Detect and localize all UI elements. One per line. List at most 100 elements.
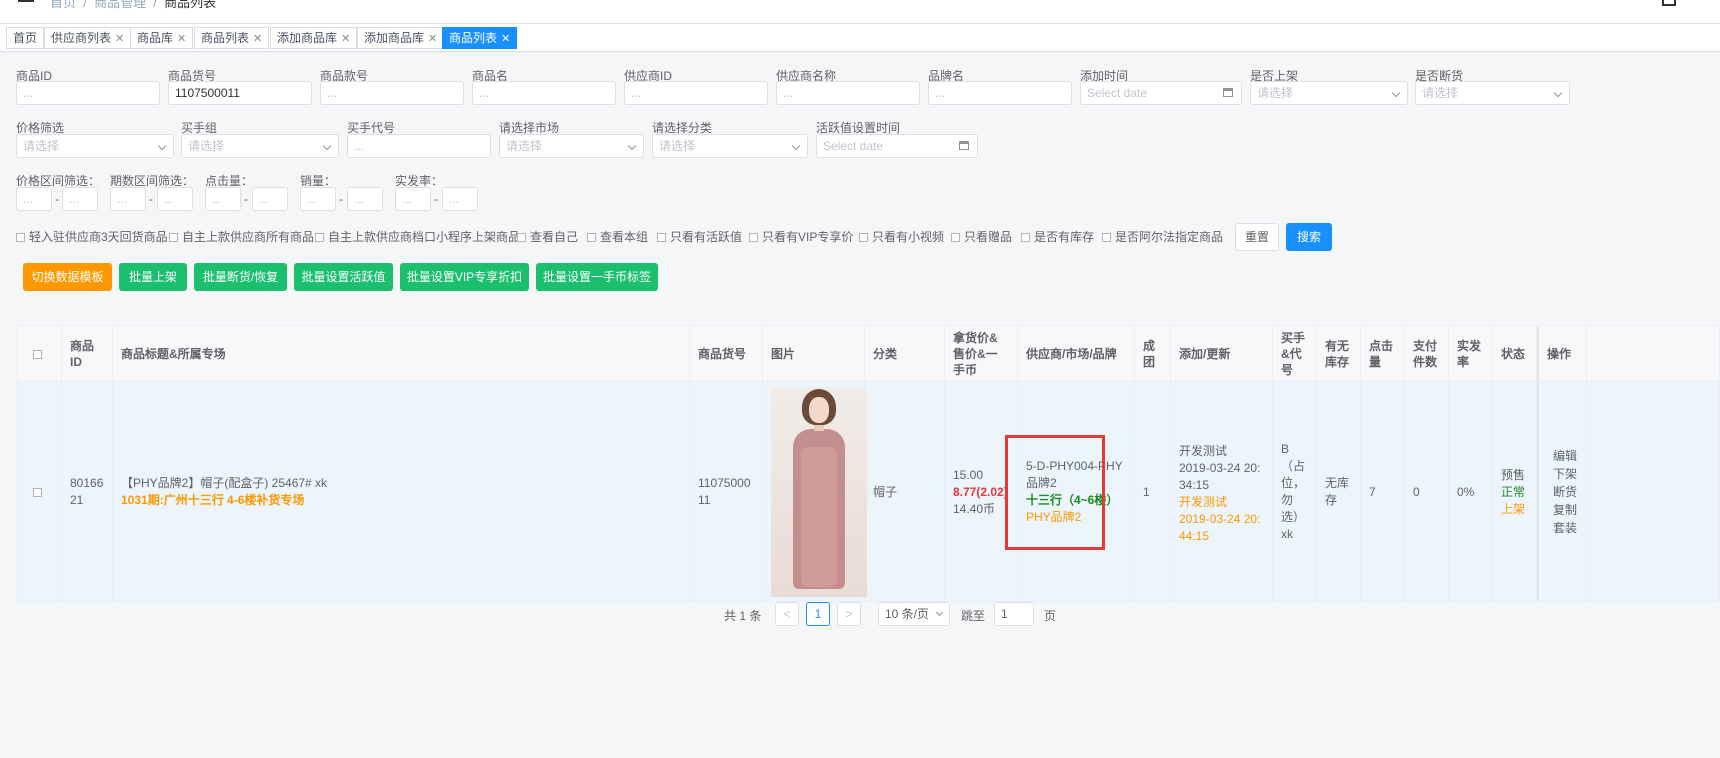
checkbox-box[interactable] — [33, 349, 42, 359]
close-icon[interactable]: ✕ — [501, 33, 510, 45]
add-time-picker[interactable]: Select date — [1080, 81, 1242, 105]
close-icon[interactable]: ✕ — [177, 33, 186, 45]
copy-link[interactable]: 复制 — [1553, 501, 1577, 519]
brand-input[interactable]: ... — [928, 81, 1072, 105]
market-select[interactable]: 请选择 — [499, 134, 644, 158]
sales-range-max[interactable]: ... — [347, 187, 383, 211]
checkbox-box[interactable] — [749, 233, 758, 242]
sales-range-min[interactable]: ... — [300, 187, 336, 211]
batch-list-button[interactable]: 批量上架 — [119, 263, 187, 291]
bundle-link[interactable]: 套装 — [1553, 519, 1577, 537]
goto-value: 1 — [1001, 607, 1008, 621]
supplier-name-input[interactable]: ... — [776, 81, 920, 105]
clicks-range-min[interactable]: ... — [205, 187, 241, 211]
status-presale: 预售 — [1501, 467, 1526, 482]
checkbox-vip-only[interactable]: 只看有VIP专享价 — [749, 228, 853, 245]
checkbox-has-stock[interactable]: 是否有库存 — [1021, 228, 1094, 245]
out-of-stock-select[interactable]: 请选择 — [1415, 81, 1570, 105]
header-select-all[interactable] — [18, 326, 62, 381]
checkbox-box[interactable] — [1102, 233, 1111, 242]
period-range-max[interactable]: ... — [157, 187, 193, 211]
tag-product-list[interactable]: 商品列表 ✕ — [194, 27, 270, 49]
checkbox-active-only[interactable]: 只看有活跃值 — [657, 228, 742, 245]
price-range-max[interactable]: ... — [62, 187, 98, 211]
product-id-input[interactable]: ... — [16, 81, 160, 105]
checkbox-light-supplier[interactable]: 轻入驻供应商3天回货商品 — [16, 228, 168, 245]
close-icon[interactable]: ✕ — [115, 33, 124, 45]
breadcrumb-section[interactable]: 商品管理 — [94, 0, 146, 10]
edit-link[interactable]: 编辑 — [1553, 447, 1577, 465]
checkbox-box[interactable] — [169, 233, 178, 242]
active-time-picker[interactable]: Select date — [816, 134, 978, 158]
sku-input[interactable]: 1107500011 — [168, 81, 312, 105]
header-status: 状态 — [1493, 326, 1537, 381]
close-icon[interactable]: ✕ — [341, 33, 350, 45]
listed-select[interactable]: 请选择 — [1250, 81, 1408, 105]
page-size-select[interactable]: 10 条/页 — [878, 602, 950, 626]
close-icon[interactable]: ✕ — [428, 33, 437, 45]
product-name-input[interactable]: ... — [472, 81, 616, 105]
checkbox-video-only[interactable]: 只看有小视频 — [859, 228, 944, 245]
checkbox-box[interactable] — [587, 233, 596, 242]
batch-out-of-stock-button[interactable]: 批量断货/恢复 — [194, 263, 287, 291]
next-page-button[interactable]: > — [837, 602, 861, 626]
hamburger-icon[interactable] — [18, 0, 34, 4]
out-of-stock-link[interactable]: 断货 — [1553, 483, 1577, 501]
tag-label: 商品列表 — [201, 31, 250, 45]
ship-rate-range-min[interactable]: ... — [395, 187, 431, 211]
checkbox-view-self[interactable]: 查看自己 — [517, 228, 578, 245]
checkbox-view-group[interactable]: 查看本组 — [587, 228, 648, 245]
checkbox-box[interactable] — [33, 487, 42, 497]
tag-add-library-2[interactable]: 添加商品库 ✕ — [357, 27, 445, 49]
delist-link[interactable]: 下架 — [1553, 465, 1577, 483]
product-session[interactable]: 1031期:广州十三行 4-6楼补货专场 — [121, 492, 327, 509]
prev-page-button[interactable]: < — [775, 602, 799, 626]
cell-sku: 1107500011 — [690, 381, 763, 601]
category-select[interactable]: 请选择 — [652, 134, 808, 158]
page-1-button[interactable]: 1 — [806, 602, 830, 626]
tag-product-list-active[interactable]: 商品列表 ✕ — [442, 27, 518, 49]
tag-product-library[interactable]: 商品库 ✕ — [130, 27, 194, 49]
breadcrumb-home[interactable]: 首页 — [50, 0, 76, 10]
checkbox-box[interactable] — [657, 233, 666, 242]
batch-coin-tag-button[interactable]: 批量设置一手币标签 — [536, 263, 658, 291]
product-image[interactable] — [771, 385, 867, 599]
ship-rate-range-max[interactable]: ... — [442, 187, 478, 211]
header-sku: 商品货号 — [690, 326, 763, 381]
product-title[interactable]: 【PHY品牌2】帽子(配盒子) 25467# xk — [121, 475, 327, 492]
cell-stock: 无库存 — [1317, 381, 1361, 601]
checkbox-gift-only[interactable]: 只看赠品 — [951, 228, 1012, 245]
checkbox-box[interactable] — [951, 233, 960, 242]
tag-supplier-list[interactable]: 供应商列表 ✕ — [44, 27, 132, 49]
search-button[interactable]: 搜索 — [1286, 223, 1332, 251]
tag-add-library-1[interactable]: 添加商品库 ✕ — [270, 27, 358, 49]
checkbox-box[interactable] — [1021, 233, 1030, 242]
checkbox-alpha[interactable]: 是否阿尔法指定商品 — [1102, 228, 1223, 245]
clicks-range-max[interactable]: ... — [252, 187, 288, 211]
tag-home[interactable]: 首页 — [6, 27, 45, 49]
batch-active-value-button[interactable]: 批量设置活跃值 — [294, 263, 393, 291]
period-range-min[interactable]: ... — [110, 187, 146, 211]
price-range-min[interactable]: ... — [16, 187, 52, 211]
supplier-id-input[interactable]: ... — [624, 81, 768, 105]
checkbox-box[interactable] — [859, 233, 868, 242]
reset-button[interactable]: 重置 — [1235, 223, 1279, 251]
style-no-input[interactable]: ... — [320, 81, 464, 105]
checkbox-self-upload-mini[interactable]: 自主上款供应商档口小程序上架商品 — [315, 228, 520, 245]
checkbox-box[interactable] — [16, 233, 25, 242]
checkbox-box[interactable] — [517, 233, 526, 242]
goto-page-input[interactable]: 1 — [994, 602, 1034, 626]
switch-template-button[interactable]: 切换数据模板 — [23, 263, 112, 291]
fullscreen-icon[interactable] — [1662, 0, 1676, 6]
buyer-group-select[interactable]: 请选择 — [181, 134, 339, 158]
placeholder: ... — [783, 86, 794, 100]
checkbox-box[interactable] — [315, 233, 324, 242]
row-select[interactable] — [18, 381, 62, 601]
close-icon[interactable]: ✕ — [253, 33, 262, 45]
placeholder: ... — [935, 86, 946, 100]
batch-vip-discount-button[interactable]: 批量设置VIP专享折扣 — [400, 263, 529, 291]
ship-rate: 0% — [1457, 484, 1475, 499]
checkbox-self-upload-all[interactable]: 自主上款供应商所有商品 — [169, 228, 314, 245]
buyer-code-input[interactable]: ... — [347, 134, 491, 158]
price-select[interactable]: 请选择 — [16, 134, 174, 158]
